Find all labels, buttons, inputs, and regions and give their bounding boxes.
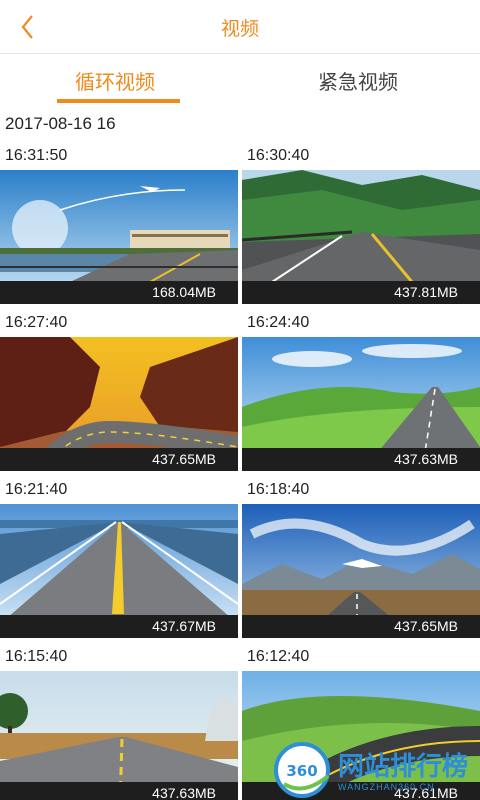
file-size: 168.04MB — [152, 284, 216, 300]
watermark: 360 网站排行榜 WANGZHAN360.CN — [274, 740, 480, 800]
watermark-subtext: WANGZHAN360.CN — [338, 782, 435, 792]
video-item[interactable]: 16:24:40 437.63MB — [242, 309, 480, 471]
video-time: 16:12:40 — [247, 648, 310, 665]
file-size-bar: 437.67MB — [0, 615, 238, 638]
360-logo-icon: 360 — [274, 742, 330, 798]
video-thumbnail[interactable] — [0, 671, 238, 800]
watermark-text: 网站排行榜 — [338, 752, 469, 782]
video-item[interactable]: 16:31:50 168.04MB — [0, 142, 238, 304]
file-size-bar: 437.63MB — [0, 782, 238, 800]
file-size: 437.63MB — [394, 451, 458, 467]
video-time: 16:27:40 — [5, 314, 68, 331]
file-size: 437.65MB — [394, 618, 458, 634]
file-size-bar: 168.04MB — [0, 281, 238, 304]
tab-emergency-videos[interactable]: 紧急视频 — [318, 66, 398, 95]
video-item[interactable]: 16:21:40 437.67MB — [0, 476, 238, 638]
file-size: 437.81MB — [394, 284, 458, 300]
video-time: 16:18:40 — [247, 481, 310, 498]
file-size-bar: 437.65MB — [242, 615, 480, 638]
video-item[interactable]: 16:18:40 437.65MB — [242, 476, 480, 638]
video-time: 16:24:40 — [247, 314, 310, 331]
file-size-bar: 437.63MB — [242, 448, 480, 471]
file-size-bar: 437.65MB — [0, 448, 238, 471]
file-size: 437.67MB — [152, 618, 216, 634]
top-bar: 视频 — [0, 0, 480, 54]
video-time: 16:31:50 — [5, 147, 68, 164]
video-item[interactable]: 16:27:40 437.65MB — [0, 309, 238, 471]
video-item[interactable]: 16:15:40 437.63MB — [0, 643, 238, 800]
file-size: 437.63MB — [152, 785, 216, 800]
video-item[interactable]: 16:30:40 437.81MB — [242, 142, 480, 304]
active-tab-indicator — [57, 99, 180, 103]
date-group-heading: 2017-08-16 16 — [5, 114, 116, 133]
tab-loop-videos[interactable]: 循环视频 — [75, 66, 155, 95]
tab-bar: 循环视频 紧急视频 — [0, 54, 480, 104]
watermark-logo-text: 360 — [286, 762, 317, 780]
video-time: 16:30:40 — [247, 147, 310, 164]
video-time: 16:21:40 — [5, 481, 68, 498]
video-time: 16:15:40 — [5, 648, 68, 665]
page-title: 视频 — [220, 18, 259, 40]
file-size: 437.65MB — [152, 451, 216, 467]
file-size-bar: 437.81MB — [242, 281, 480, 304]
